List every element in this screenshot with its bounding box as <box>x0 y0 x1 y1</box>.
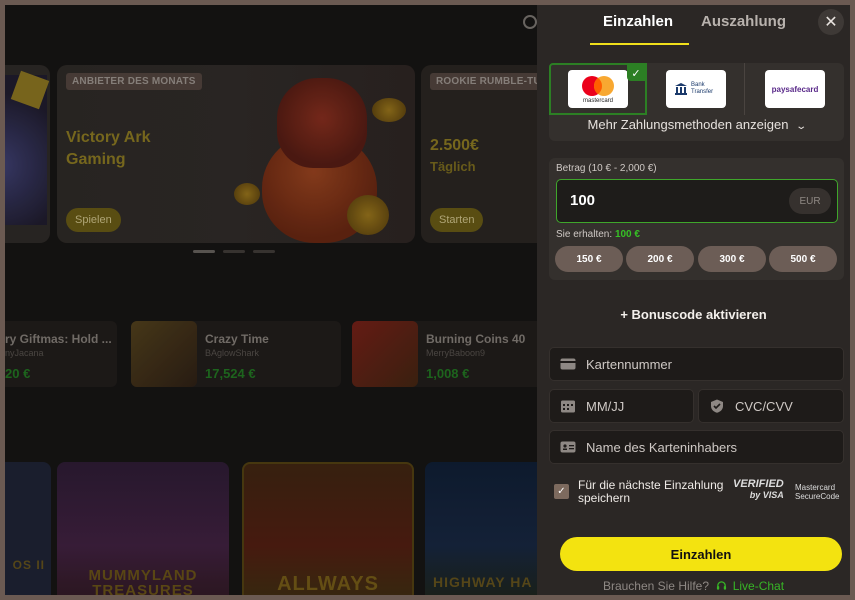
expiry-placeholder: MM/JJ <box>586 399 625 414</box>
shield-check-icon <box>711 399 723 413</box>
cardholder-field[interactable]: Name des Karteninhabers <box>549 430 844 464</box>
more-methods-label: Mehr Zahlungsmethoden anzeigen <box>587 117 789 132</box>
method-bank-transfer[interactable]: Bank Transfer <box>647 63 745 115</box>
paysafecard-logo: paysafecard <box>765 70 825 108</box>
active-tab-indicator <box>590 43 689 45</box>
payment-panel: Einzahlen Auszahlung ✕ mastercard ✓ Bank… <box>537 5 850 595</box>
method-mastercard[interactable]: mastercard ✓ <box>549 63 647 115</box>
receive-value: 100 € <box>614 229 640 240</box>
amount-input[interactable]: 100 EUR <box>556 179 838 223</box>
currency-badge: EUR <box>789 188 831 214</box>
live-chat-link[interactable]: Live-Chat <box>733 579 784 593</box>
receive-label: Sie erhalten: <box>556 229 613 240</box>
casino-background: ANBIETER DES MONATS Victory Ark Gaming S… <box>5 5 537 595</box>
help-line: Brauchen Sie Hilfe? Live-Chat <box>537 579 850 593</box>
amount-value: 100 <box>570 192 596 209</box>
id-card-icon <box>560 441 576 453</box>
quick-amount-300[interactable]: 300 € <box>698 246 766 272</box>
amount-section: Betrag (10 € - 2,000 €) 100 EUR Sie erha… <box>549 158 844 280</box>
cardholder-placeholder: Name des Karteninhabers <box>586 440 738 455</box>
mc-badge-line1: Mastercard <box>795 483 836 492</box>
mastercard-logo: mastercard <box>568 70 628 108</box>
selected-check-icon: ✓ <box>627 65 645 81</box>
close-button[interactable]: ✕ <box>818 9 844 35</box>
calendar-icon <box>561 400 575 413</box>
bank-transfer-logo: Bank Transfer <box>665 70 726 108</box>
mastercard-icon <box>582 76 614 96</box>
tab-withdraw[interactable]: Auszahlung <box>701 13 786 30</box>
tab-deposit[interactable]: Einzahlen <box>603 13 673 30</box>
card-number-placeholder: Kartennummer <box>586 357 672 372</box>
bonus-code-link[interactable]: + Bonuscode aktivieren <box>537 307 850 322</box>
save-label: Für die nächste Einzahlung speichern <box>578 478 724 505</box>
card-number-field[interactable]: Kartennummer <box>549 347 844 381</box>
quick-amount-200[interactable]: 200 € <box>626 246 694 272</box>
chevron-down-icon: ⌄ <box>795 121 808 132</box>
save-checkbox[interactable]: ✓ <box>554 484 569 499</box>
quick-amount-500[interactable]: 500 € <box>769 246 837 272</box>
bank-transfer-label: Bank Transfer <box>691 82 714 95</box>
app-frame: ANBIETER DES MONATS Victory Ark Gaming S… <box>5 5 850 595</box>
mastercard-wordmark: mastercard <box>582 98 613 104</box>
method-paysafecard[interactable]: paysafecard <box>746 63 844 115</box>
payment-methods: mastercard ✓ Bank Transfer paysafecard M… <box>549 63 844 141</box>
mc-badge-line2: SecureCode <box>795 492 840 501</box>
panel-tabs: Einzahlen Auszahlung ✕ <box>537 5 850 50</box>
receive-summary: Sie erhalten: 100 € <box>556 229 640 240</box>
cvc-placeholder: CVC/CVV <box>735 399 793 414</box>
visa-badge-line1: VERIFIED <box>733 478 784 490</box>
more-methods-toggle[interactable]: Mehr Zahlungsmethoden anzeigen ⌄ <box>549 117 844 132</box>
cvc-field[interactable]: CVC/CVV <box>698 389 844 423</box>
expiry-field[interactable]: MM/JJ <box>549 389 694 423</box>
credit-card-icon <box>560 358 576 370</box>
verified-by-visa-badge: VERIFIED by VISA <box>733 479 784 501</box>
amount-label: Betrag (10 € - 2,000 €) <box>556 163 657 174</box>
deposit-submit-button[interactable]: Einzahlen <box>560 537 842 571</box>
visa-badge-line2: by VISA <box>749 490 784 500</box>
headset-icon <box>717 581 727 590</box>
paysafecard-label: paysafecard <box>771 84 819 94</box>
quick-amount-150[interactable]: 150 € <box>555 246 623 272</box>
bank-icon <box>675 83 687 95</box>
mastercard-securecode-badge: Mastercard SecureCode <box>795 483 839 501</box>
modal-backdrop[interactable] <box>5 5 537 595</box>
help-text: Brauchen Sie Hilfe? <box>602 579 709 593</box>
